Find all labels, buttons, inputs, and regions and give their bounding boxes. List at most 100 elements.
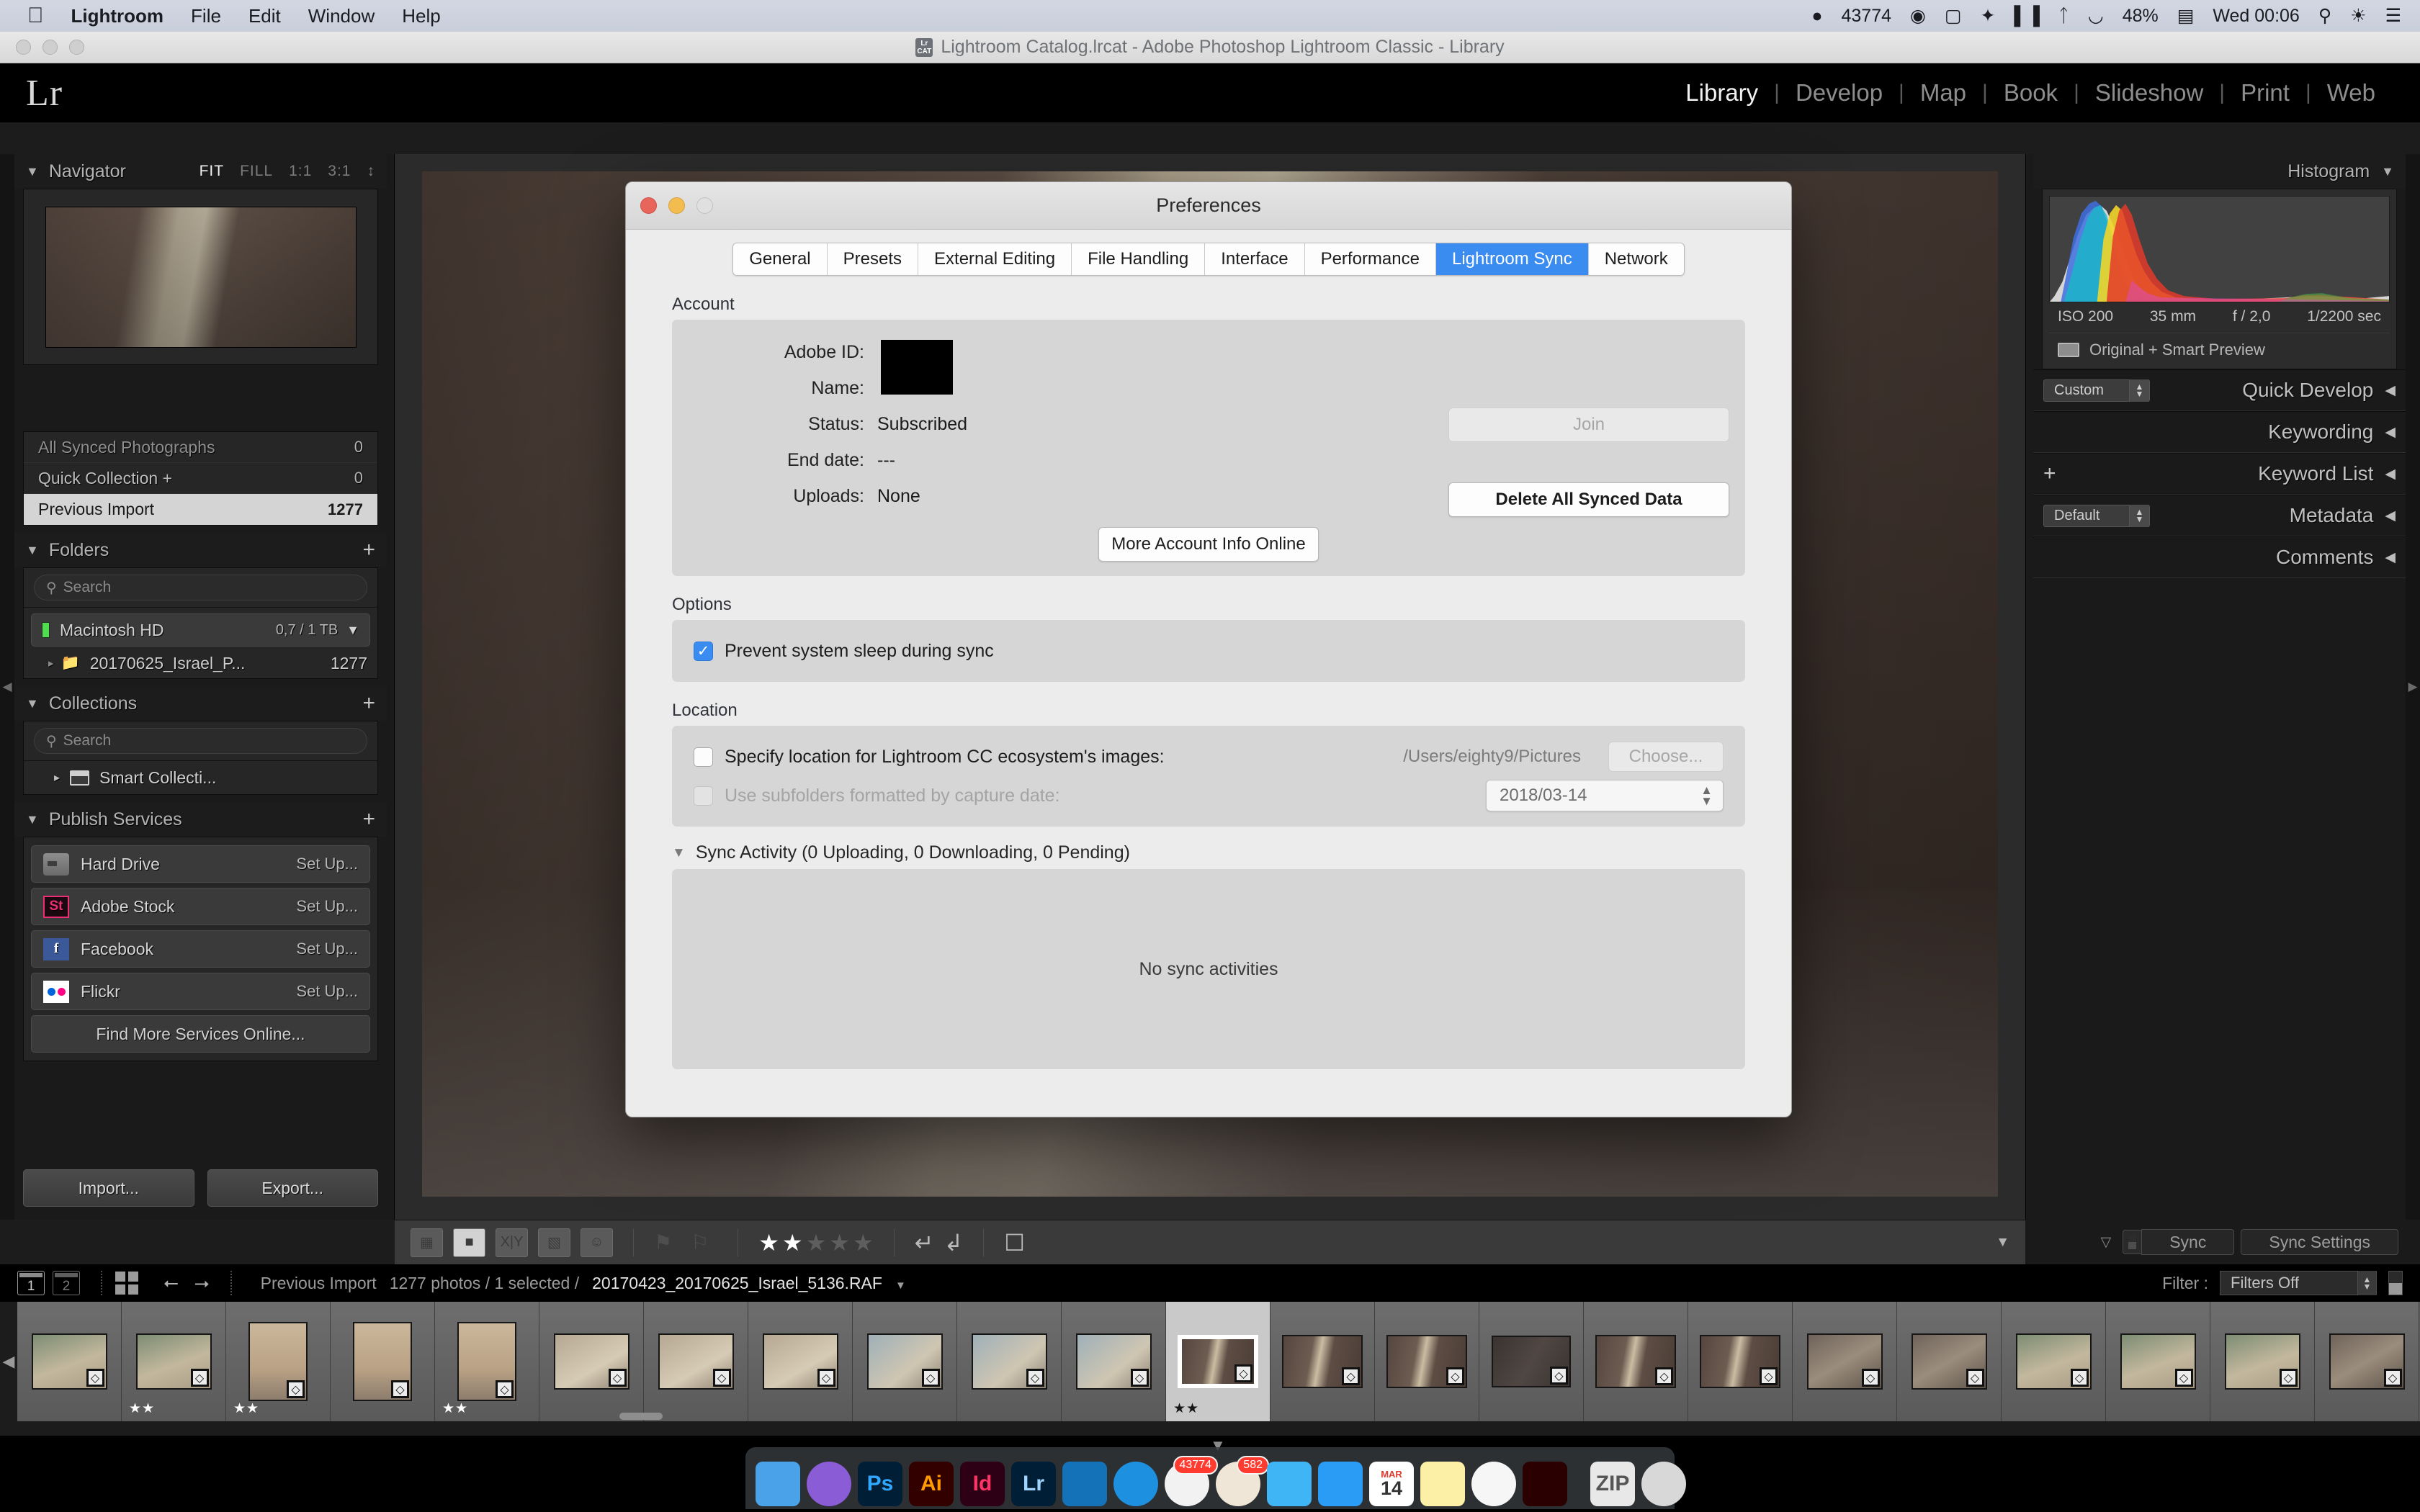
metadata-badge-icon[interactable]: ◇: [1861, 1369, 1880, 1387]
filmstrip-thumbnail[interactable]: ◇: [2002, 1302, 2106, 1421]
dock-icon-bridge[interactable]: [1062, 1462, 1107, 1506]
flag-pick-icon[interactable]: ⚑: [654, 1230, 672, 1254]
menubar-clock[interactable]: Wed 00:06: [2213, 6, 2299, 27]
metadata-badge-icon[interactable]: ◇: [2070, 1369, 2089, 1387]
tab-presets[interactable]: Presets: [827, 243, 919, 275]
metadata-badge-icon[interactable]: ◇: [1342, 1367, 1360, 1385]
join-button[interactable]: Join: [1448, 408, 1729, 442]
dock-icon-indesign[interactable]: Id: [960, 1462, 1005, 1506]
publish-service-facebook[interactable]: f Facebook Set Up...: [31, 930, 370, 968]
histogram-graph[interactable]: [2049, 196, 2390, 302]
zoom-1-1[interactable]: 1:1: [289, 163, 312, 180]
disclosure-icon[interactable]: ▸: [54, 770, 60, 785]
filmstrip-thumbnail[interactable]: ◇: [17, 1302, 122, 1421]
zoom-fill[interactable]: FILL: [240, 163, 273, 180]
dropbox-icon[interactable]: ✦: [1980, 5, 1995, 27]
publish-service-action[interactable]: Set Up...: [296, 982, 358, 1001]
specify-location-checkbox[interactable]: [694, 747, 713, 767]
chevron-down-icon[interactable]: ▼: [672, 845, 686, 861]
bluetooth-icon[interactable]: ᛏ: [2058, 6, 2069, 27]
chevron-down-icon[interactable]: ▼: [26, 543, 39, 558]
panel-keywording[interactable]: Keywording ◀: [2033, 411, 2406, 453]
preferences-tabs[interactable]: General Presets External Editing File Ha…: [626, 230, 1791, 276]
navigator-preview[interactable]: [23, 189, 378, 365]
filmstrip-thumbnail[interactable]: ◇: [1375, 1302, 1479, 1421]
wifi-icon[interactable]: ◡: [2088, 5, 2104, 27]
filmstrip-prev-arrow[interactable]: ◀: [0, 1302, 17, 1421]
filmstrip-source[interactable]: Previous Import: [261, 1274, 377, 1293]
left-panel-toggle[interactable]: ◀: [0, 154, 14, 1220]
specify-location-row[interactable]: Specify location for Lightroom CC ecosys…: [672, 737, 1745, 776]
zoom-3-1[interactable]: 3:1: [328, 163, 351, 180]
metadata-preset-select[interactable]: Default ▲ ▼: [2043, 504, 2150, 527]
filmstrip-thumbnail[interactable]: ◇: [2315, 1302, 2419, 1421]
star-1[interactable]: ★: [758, 1229, 779, 1256]
minimize-button[interactable]: [42, 40, 58, 55]
star-5[interactable]: ★: [853, 1229, 874, 1256]
catalog-row-previous-import[interactable]: Previous Import 1277: [24, 494, 377, 525]
right-panel-toggle[interactable]: ▶: [2406, 154, 2420, 1220]
filmstrip-thumbnail[interactable]: ◇: [1897, 1302, 2002, 1421]
metadata-badge-icon[interactable]: ◇: [496, 1380, 514, 1398]
battery-icon[interactable]: ▤: [2177, 5, 2195, 27]
use-subfolders-checkbox[interactable]: [694, 786, 713, 806]
maximize-button[interactable]: [69, 40, 84, 55]
rotate-right-icon[interactable]: ↲: [944, 1229, 963, 1256]
filmstrip-thumbnail[interactable]: ◇ ★★: [1166, 1302, 1270, 1421]
module-map[interactable]: Map: [1904, 79, 1982, 107]
sync-activity-header[interactable]: ▼ Sync Activity (0 Uploading, 0 Download…: [672, 842, 1745, 863]
folders-search-input[interactable]: ⚲ Search: [34, 575, 367, 600]
thumbnail-rating[interactable]: ★★: [442, 1400, 468, 1417]
add-publish-service-icon[interactable]: +: [362, 807, 375, 832]
zoom-stepper-icon[interactable]: ↕: [367, 163, 376, 180]
dock-icon-illustrator[interactable]: Ai: [909, 1462, 954, 1506]
publish-service-action[interactable]: Set Up...: [296, 855, 358, 873]
chevron-left-icon[interactable]: ◀: [2385, 549, 2396, 566]
prevent-sleep-row[interactable]: ✓ Prevent system sleep during sync: [672, 636, 1745, 666]
folders-header[interactable]: ▼ Folders +: [14, 533, 387, 567]
find-more-services-button[interactable]: Find More Services Online...: [31, 1015, 370, 1053]
metadata-badge-icon[interactable]: ◇: [817, 1369, 835, 1387]
metadata-badge-icon[interactable]: ◇: [190, 1369, 209, 1387]
zoom-fit[interactable]: FIT: [200, 163, 225, 180]
stepper-icon[interactable]: ▲ ▼: [2357, 1271, 2376, 1295]
stepper-icon[interactable]: ▲ ▼: [2129, 504, 2149, 527]
tab-interface[interactable]: Interface: [1205, 243, 1305, 275]
tab-network[interactable]: Network: [1588, 243, 1684, 275]
dock-icon-photos[interactable]: [1471, 1462, 1516, 1506]
dock-icon-notes[interactable]: [1420, 1462, 1465, 1506]
loupe-view-icon[interactable]: ■: [453, 1228, 485, 1257]
chevron-down-icon[interactable]: ▼: [895, 1279, 906, 1292]
chevron-left-icon[interactable]: ◀: [2385, 466, 2396, 482]
filmstrip-thumbnail[interactable]: ◇: [1584, 1302, 1688, 1421]
panel-comments[interactable]: Comments ◀: [2033, 536, 2406, 578]
screen-icon[interactable]: ▢: [1945, 5, 1962, 27]
quick-develop-preset-select[interactable]: Custom ▲ ▼: [2043, 379, 2150, 402]
metadata-badge-icon[interactable]: ◇: [1966, 1369, 1984, 1387]
dock-icon-lightroom[interactable]: Lr: [1011, 1462, 1056, 1506]
panel-keyword-list[interactable]: + Keyword List ◀: [2033, 453, 2406, 495]
star-3[interactable]: ★: [806, 1229, 827, 1256]
dock-icon-acrobat[interactable]: [1523, 1462, 1567, 1506]
people-view-icon[interactable]: ☺: [581, 1228, 613, 1257]
folder-row[interactable]: ▸ 📁 20170625_Israel_P... 1277: [24, 648, 377, 678]
equalizer-icon[interactable]: ▌▐: [2014, 6, 2039, 27]
filmstrip-thumbnail[interactable]: ◇: [1479, 1302, 1584, 1421]
metadata-badge-icon[interactable]: ◇: [1446, 1367, 1464, 1385]
forward-arrow-icon[interactable]: ⭢: [194, 1272, 210, 1295]
stepper-icon[interactable]: ▲ ▼: [2129, 379, 2149, 402]
tab-file-handling[interactable]: File Handling: [1072, 243, 1206, 275]
filmstrip-thumbnail[interactable]: ◇: [2210, 1302, 2315, 1421]
filmstrip-thumbnail[interactable]: ◇: [2106, 1302, 2210, 1421]
filmstrip-thumbnail[interactable]: ◇: [644, 1302, 748, 1421]
toolbar-options-icon[interactable]: ▼: [1996, 1235, 2009, 1251]
tab-general[interactable]: General: [733, 243, 828, 275]
catalog-row-quick-collection[interactable]: Quick Collection + 0: [24, 463, 377, 494]
chevron-down-icon[interactable]: ▽: [2101, 1234, 2112, 1251]
chevron-left-icon[interactable]: ◀: [2385, 382, 2396, 399]
more-account-info-button[interactable]: More Account Info Online: [1098, 527, 1319, 562]
panel-metadata[interactable]: Default ▲ ▼ Metadata ◀: [2033, 495, 2406, 536]
apple-menu-icon[interactable]: : [27, 5, 44, 27]
tab-performance[interactable]: Performance: [1304, 243, 1436, 275]
use-subfolders-row[interactable]: Use subfolders formatted by capture date…: [672, 776, 1745, 815]
